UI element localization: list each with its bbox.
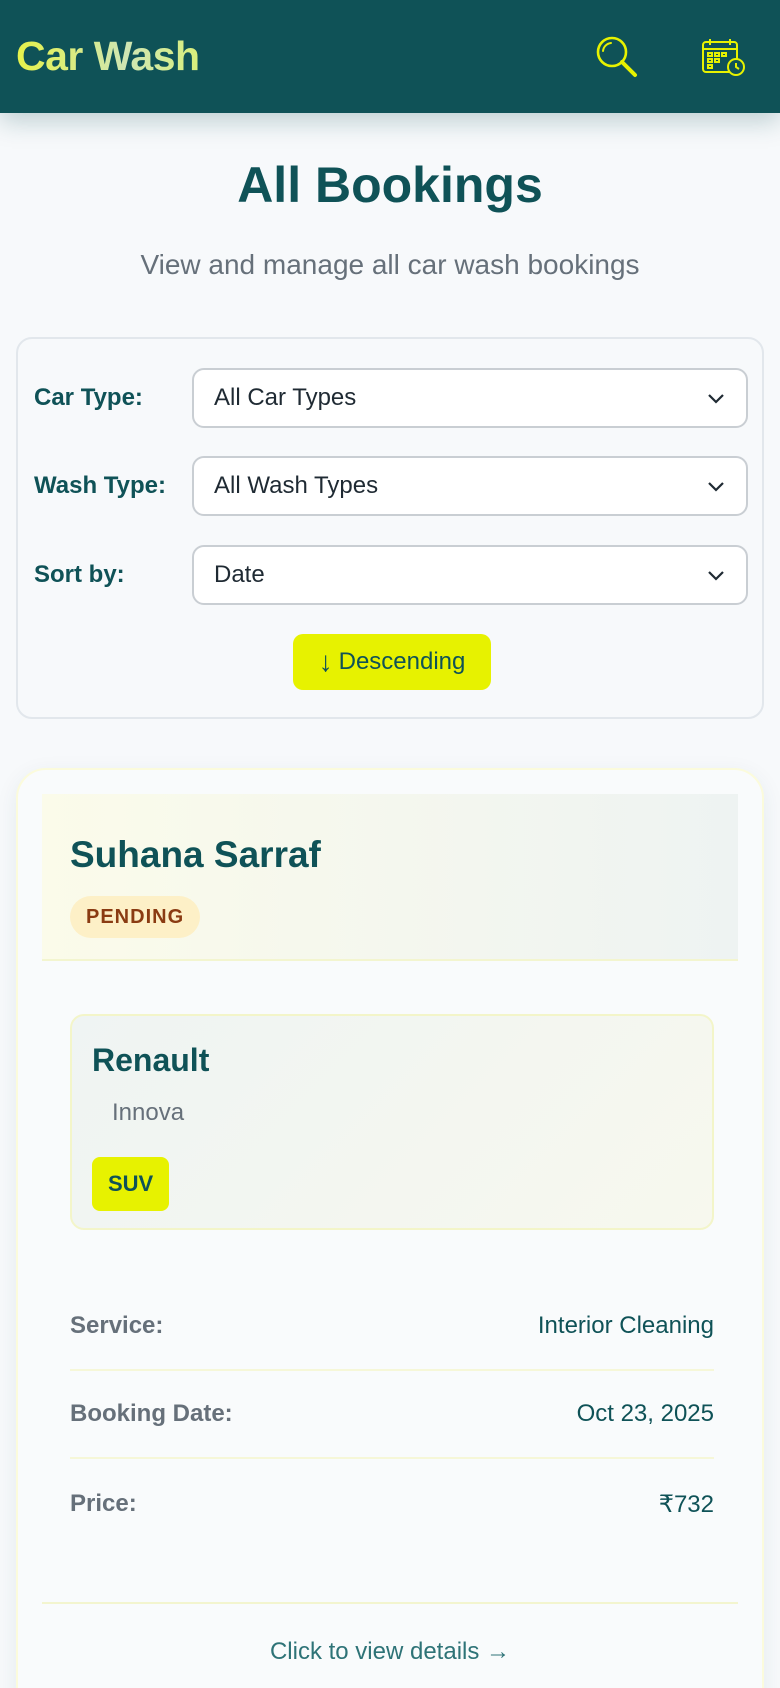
arrow-down-icon: ↓ xyxy=(318,646,333,677)
header-actions xyxy=(594,34,746,80)
sort-by-value: Date xyxy=(214,561,265,588)
detail-label: Service: xyxy=(70,1312,164,1339)
detail-value: Interior Cleaning xyxy=(537,1312,714,1339)
detail-price: Price: ₹732 xyxy=(70,1460,714,1548)
filter-wash-type: Wash Type: All Wash Types xyxy=(18,456,762,516)
booking-card-header: Suhana Sarraf PENDING xyxy=(42,794,738,961)
page-title: All Bookings xyxy=(237,157,543,213)
filters-panel: Car Type: All Car Types Wash Type: All W… xyxy=(16,337,764,719)
wash-type-value: All Wash Types xyxy=(214,472,379,499)
sort-by-select[interactable]: Date xyxy=(192,545,748,605)
car-type-select[interactable]: All Car Types xyxy=(192,368,748,428)
car-type-badge: SUV xyxy=(92,1157,170,1211)
chevron-down-icon xyxy=(708,571,724,581)
sort-by-label: Sort by: xyxy=(34,561,125,588)
app-header: Car Wash xyxy=(0,0,780,113)
car-model: Innova xyxy=(112,1099,185,1126)
chevron-down-icon xyxy=(708,482,724,492)
detail-value: Oct 23, 2025 xyxy=(576,1400,714,1427)
detail-label: Price: xyxy=(70,1490,137,1517)
detail-label: Booking Date: xyxy=(70,1400,233,1427)
car-info: Renault Innova SUV xyxy=(70,1014,714,1230)
wash-type-label: Wash Type: xyxy=(34,472,167,499)
booking-card[interactable]: Suhana Sarraf PENDING Renault Innova SUV… xyxy=(16,768,764,1688)
detail-service: Service: Interior Cleaning xyxy=(70,1283,714,1371)
chevron-down-icon xyxy=(708,394,724,404)
customer-name: Suhana Sarraf xyxy=(70,834,321,875)
detail-value: ₹732 xyxy=(658,1490,714,1518)
sort-order-button[interactable]: ↓ Descending xyxy=(293,634,491,690)
brand-title[interactable]: Car Wash xyxy=(16,33,200,80)
page-subtitle: View and manage all car wash bookings xyxy=(140,249,640,280)
booking-card-footer: Click to view details → xyxy=(42,1602,738,1688)
sort-order-label: Descending xyxy=(338,648,466,675)
car-type-label: Car Type: xyxy=(34,384,143,411)
car-make: Renault xyxy=(92,1042,210,1078)
status-badge: PENDING xyxy=(70,896,201,938)
detail-booking-date: Booking Date: Oct 23, 2025 xyxy=(70,1371,714,1459)
view-details-link[interactable]: Click to view details → xyxy=(270,1638,510,1688)
filter-sort-by: Sort by: Date xyxy=(18,545,762,605)
filter-car-type: Car Type: All Car Types xyxy=(18,368,762,428)
calendar-clock-icon[interactable] xyxy=(700,34,746,80)
search-icon[interactable] xyxy=(594,34,640,80)
wash-type-select[interactable]: All Wash Types xyxy=(192,456,748,516)
car-type-value: All Car Types xyxy=(214,384,357,411)
